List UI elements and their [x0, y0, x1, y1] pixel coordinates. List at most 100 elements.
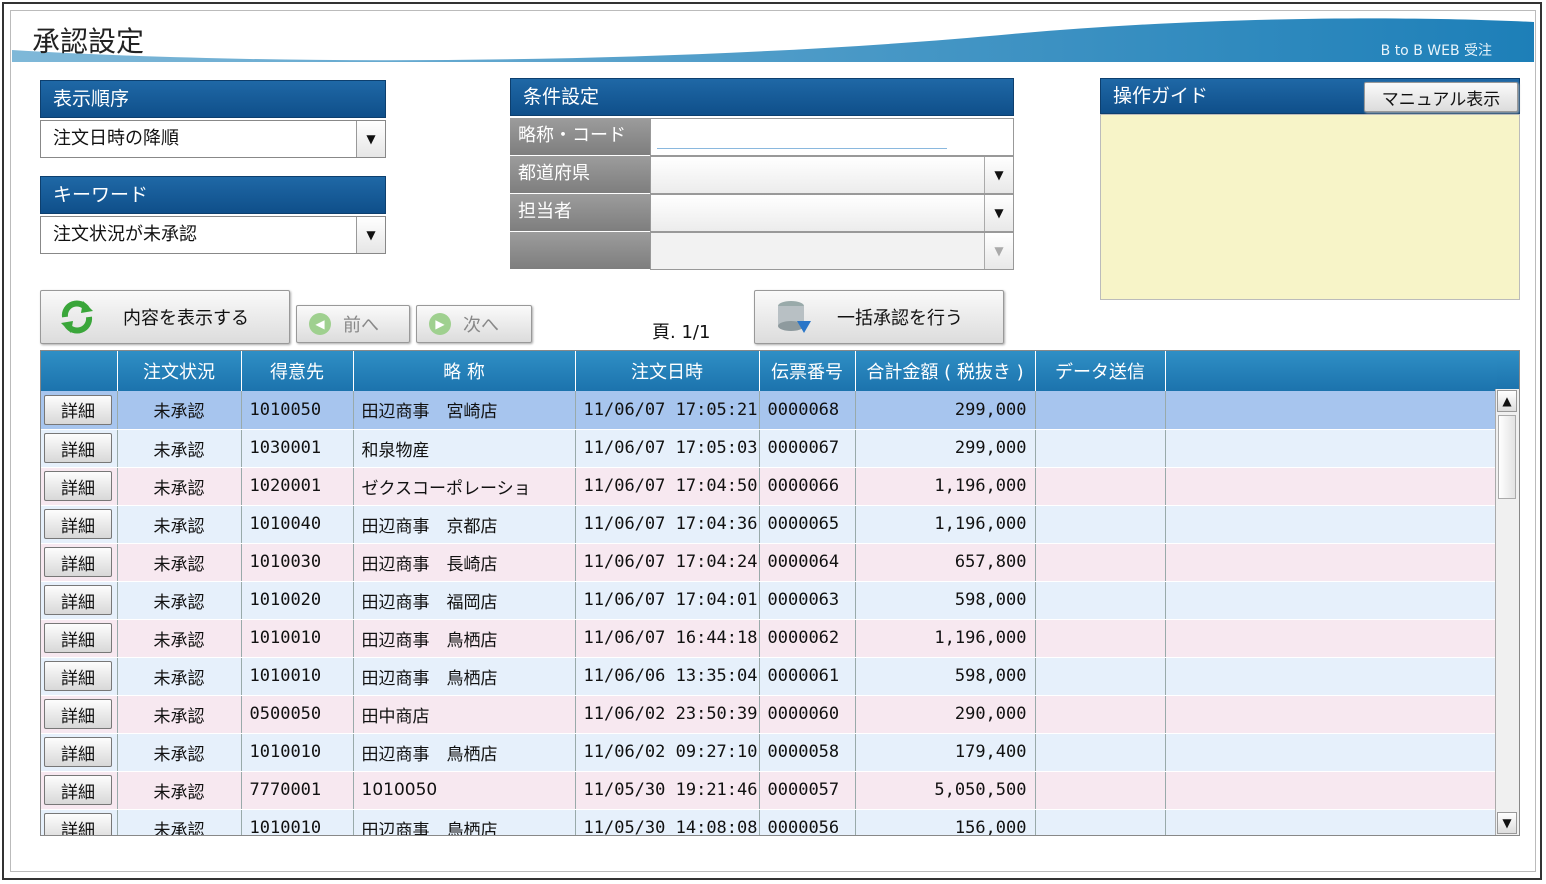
- detail-button[interactable]: 詳細: [44, 547, 112, 577]
- table-row[interactable]: 詳細 未承認 1010020 田辺商事 福岡店 11/06/07 17:04:01 000…: [41, 581, 1498, 620]
- detail-button[interactable]: 詳細: [44, 737, 112, 767]
- manual-button[interactable]: マニュアル表示: [1364, 82, 1518, 112]
- next-button[interactable]: ▶ 次へ: [416, 305, 532, 343]
- detail-cell: 詳細: [41, 733, 118, 772]
- short-name-cell: 1010050: [353, 771, 576, 810]
- detail-button[interactable]: 詳細: [44, 585, 112, 615]
- detail-button[interactable]: 詳細: [44, 433, 112, 463]
- status-cell: 未承認: [117, 467, 242, 506]
- filler-cell: [1165, 505, 1498, 544]
- next-label: 次へ: [463, 315, 499, 336]
- show-content-button[interactable]: 内容を表示する: [40, 290, 290, 344]
- data-send-cell: [1035, 543, 1166, 582]
- total-amount-cell: 1,196,000: [855, 467, 1036, 506]
- table-row[interactable]: 詳細 未承認 1010010 田辺商事 鳥栖店 11/05/30 14:08:08 000…: [41, 809, 1498, 835]
- filler-cell: [1165, 771, 1498, 810]
- scroll-up-icon[interactable]: ▲: [1497, 390, 1517, 412]
- detail-button[interactable]: 詳細: [44, 813, 112, 835]
- table-row[interactable]: 詳細 未承認 1010040 田辺商事 京都店 11/06/07 17:04:36 000…: [41, 505, 1498, 544]
- prefecture-select[interactable]: ▼: [650, 156, 1014, 194]
- display-order-select[interactable]: 注文日時の降順 ▼: [40, 120, 386, 158]
- chevron-down-icon[interactable]: ▼: [356, 121, 385, 157]
- col-header-customer[interactable]: 得意先: [241, 351, 354, 391]
- detail-cell: 詳細: [41, 657, 118, 696]
- filler-cell: [1165, 429, 1498, 468]
- detail-button[interactable]: 詳細: [44, 394, 112, 425]
- filler-cell: [1165, 467, 1498, 506]
- chevron-down-icon[interactable]: ▼: [356, 217, 385, 253]
- col-header-short-name[interactable]: 略 称: [353, 351, 576, 391]
- display-order-value: 注文日時の降順: [53, 128, 179, 149]
- table-row[interactable]: 詳細 未承認 1030001 和泉物産 11/06/07 17:05:03 0000067…: [41, 429, 1498, 468]
- scroll-down-icon[interactable]: ▼: [1497, 812, 1517, 834]
- code-input[interactable]: [650, 118, 1014, 156]
- detail-cell: 詳細: [41, 581, 118, 620]
- order-datetime-cell: 11/06/02 23:50:39: [575, 695, 760, 734]
- table-row[interactable]: 詳細 未承認 1010010 田辺商事 鳥栖店 11/06/07 16:44:18 000…: [41, 619, 1498, 658]
- chevron-down-icon[interactable]: ▼: [984, 157, 1013, 193]
- detail-button[interactable]: 詳細: [44, 699, 112, 729]
- table-row[interactable]: 詳細 未承認 1010010 田辺商事 鳥栖店 11/06/02 09:27:10 000…: [41, 733, 1498, 772]
- slip-number-cell: 0000060: [759, 695, 856, 734]
- detail-button[interactable]: 詳細: [44, 623, 112, 653]
- detail-button[interactable]: 詳細: [44, 661, 112, 691]
- chevron-down-icon[interactable]: ▼: [984, 195, 1013, 231]
- arrow-left-icon: ◀: [309, 313, 331, 335]
- table-row[interactable]: 詳細 未承認 1010010 田辺商事 鳥栖店 11/06/06 13:35:04 000…: [41, 657, 1498, 696]
- total-amount-cell: 179,400: [855, 733, 1036, 772]
- short-name-cell: 田辺商事 宮崎店: [353, 391, 576, 430]
- slip-number-cell: 0000067: [759, 429, 856, 468]
- data-send-cell: [1035, 657, 1166, 696]
- customer-code-cell: 1010040: [241, 505, 354, 544]
- refresh-icon: [61, 300, 93, 334]
- data-send-cell: [1035, 467, 1166, 506]
- data-send-cell: [1035, 809, 1166, 835]
- order-datetime-cell: 11/06/07 17:04:24: [575, 543, 760, 582]
- input-underline: [657, 148, 947, 149]
- cond-label-staff: 担当者: [510, 194, 650, 232]
- arrow-right-icon: ▶: [429, 313, 451, 335]
- bulk-approve-button[interactable]: 一括承認を行う: [754, 290, 1004, 344]
- col-header-total[interactable]: 合計金額 ( 税抜き ): [855, 351, 1036, 391]
- detail-button[interactable]: 詳細: [44, 509, 112, 539]
- detail-button[interactable]: 詳細: [44, 471, 112, 501]
- short-name-cell: 田辺商事 京都店: [353, 505, 576, 544]
- slip-number-cell: 0000063: [759, 581, 856, 620]
- short-name-cell: 田辺商事 福岡店: [353, 581, 576, 620]
- short-name-cell: ゼクスコーポレーショ: [353, 467, 576, 506]
- filler-cell: [1165, 543, 1498, 582]
- grid-scrollbar[interactable]: ▲ ▼: [1495, 389, 1519, 835]
- table-row[interactable]: 詳細 未承認 7770001 1010050 11/05/30 19:21:46 0000…: [41, 771, 1498, 810]
- table-row[interactable]: 詳細 未承認 0500050 田中商店 11/06/02 23:50:39 0000060…: [41, 695, 1498, 734]
- table-row[interactable]: 詳細 未承認 1010030 田辺商事 長崎店 11/06/07 17:04:24 000…: [41, 543, 1498, 582]
- total-amount-cell: 1,196,000: [855, 619, 1036, 658]
- detail-button[interactable]: 詳細: [44, 775, 112, 805]
- slip-number-cell: 0000065: [759, 505, 856, 544]
- data-send-cell: [1035, 733, 1166, 772]
- scroll-thumb[interactable]: [1498, 415, 1516, 499]
- data-send-cell: [1035, 391, 1166, 430]
- order-datetime-cell: 11/05/30 14:08:08: [575, 809, 760, 835]
- chevron-down-icon[interactable]: ▼: [984, 233, 1013, 269]
- status-cell: 未承認: [117, 771, 242, 810]
- table-row[interactable]: 詳細 未承認 1020001 ゼクスコーポレーショ 11/06/07 17:04:50 0…: [41, 467, 1498, 506]
- short-name-cell: 田辺商事 鳥栖店: [353, 809, 576, 835]
- prev-button[interactable]: ◀ 前へ: [296, 305, 410, 343]
- cond-label-prefecture: 都道府県: [510, 156, 650, 194]
- col-header-order-datetime[interactable]: 注文日時: [575, 351, 760, 391]
- customer-code-cell: 1010010: [241, 733, 354, 772]
- keyword-select[interactable]: 注文状況が未承認 ▼: [40, 216, 386, 254]
- order-datetime-cell: 11/06/07 17:05:03: [575, 429, 760, 468]
- col-header-slip-number[interactable]: 伝票番号: [759, 351, 856, 391]
- col-header-data-send[interactable]: データ送信: [1035, 351, 1166, 391]
- page-header: 承認設定 B to B WEB 受注: [12, 12, 1534, 62]
- status-cell: 未承認: [117, 391, 242, 430]
- col-header: [41, 351, 118, 391]
- filler-cell: [1165, 657, 1498, 696]
- table-row[interactable]: 詳細 未承認 1010050 田辺商事 宮崎店 11/06/07 17:05:21 000…: [41, 391, 1498, 430]
- status-cell: 未承認: [117, 581, 242, 620]
- staff-select[interactable]: ▼: [650, 194, 1014, 232]
- data-send-cell: [1035, 505, 1166, 544]
- col-header-status[interactable]: 注文状況: [117, 351, 242, 391]
- extra-select[interactable]: ▼: [650, 232, 1014, 270]
